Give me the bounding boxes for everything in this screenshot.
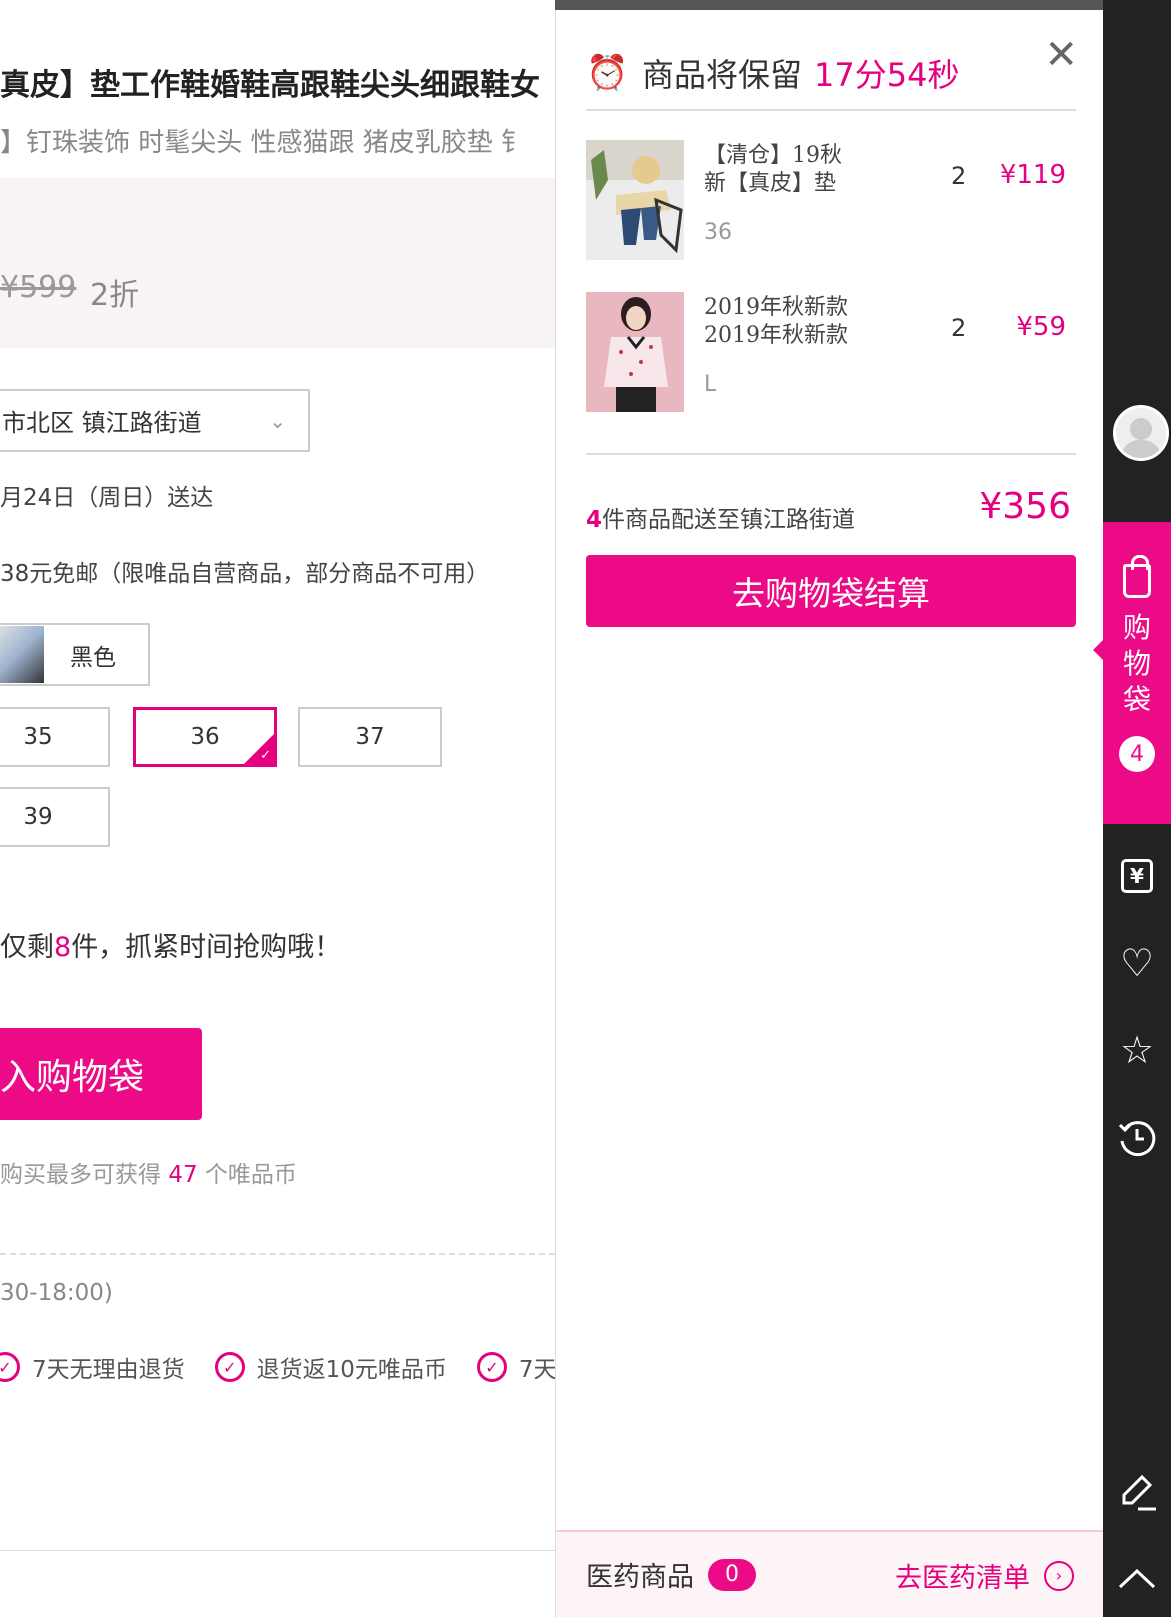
color-thumbnail (0, 626, 44, 683)
coins-count: 47 (168, 1162, 198, 1188)
check-icon: ✓ (260, 748, 271, 763)
checkout-button[interactable]: 去购物袋结算 (586, 555, 1076, 627)
product-title: 真皮】垫工作鞋婚鞋高跟鞋尖头细跟鞋女 (0, 68, 540, 103)
cart-item[interactable]: 【清仓】19秋新【真皮】垫 36 2 ¥119 (586, 140, 1076, 260)
add-to-bag-button[interactable]: 入购物袋 (0, 1028, 202, 1120)
divider (0, 1253, 555, 1255)
stock-suffix: 件，抓紧时间抢购哦！ (71, 932, 342, 963)
size-option-39[interactable]: 39 (0, 787, 110, 847)
cart-item[interactable]: 2019年秋新款2019年秋新款 L 2 ¥59 (586, 292, 1076, 412)
product-thumbnail[interactable] (586, 292, 684, 412)
guarantee-label: 7天无理由退货 (32, 1357, 185, 1383)
item-name[interactable]: 2019年秋新款2019年秋新款 (704, 294, 854, 350)
check-circle-icon: ✓ (476, 1352, 507, 1382)
sidebar-shopping-bag[interactable]: 购物袋 4 (1093, 522, 1171, 824)
pharmacy-link-label: 去医药清单 (895, 1563, 1030, 1594)
address-value: 市北区 镇江路街道 (2, 409, 202, 437)
delivery-date: 月24日（周日）送达 (0, 485, 214, 511)
coins-suffix: 个唯品币 (204, 1162, 297, 1188)
service-hours: 30-18:00) (0, 1280, 113, 1306)
reserve-text: 商品将保留 (642, 55, 803, 94)
item-price: ¥119 (999, 160, 1066, 190)
product-subtitle: 】钉珠装饰 时髦尖头 性感猫跟 猪皮乳胶垫 钅 (0, 128, 528, 158)
cart-header: ⏰ 商品将保留 17分54秒 (586, 36, 1076, 111)
cart-summary: 4件商品配送至镇江路街道 (586, 500, 855, 534)
cart-popup: ⏰ 商品将保留 17分54秒 ✕ 【清仓】19秋新【真皮】垫 36 2 ¥119 (555, 10, 1104, 1617)
pharmacy-count-badge: 0 (708, 1558, 756, 1591)
coupon-icon[interactable]: ¥ (1103, 846, 1171, 906)
size-option-37[interactable]: 37 (298, 707, 442, 767)
shopping-bag-icon (1123, 555, 1151, 598)
stock-count: 8 (54, 932, 72, 963)
item-spec: L (704, 372, 717, 397)
item-price: ¥59 (1016, 312, 1066, 342)
size-option-36[interactable]: 36 ✓ (133, 707, 277, 767)
pharmacy-list-link[interactable]: 去医药清单 › (895, 1556, 1074, 1595)
edit-icon[interactable] (1103, 1460, 1171, 1520)
item-name[interactable]: 【清仓】19秋新【真皮】垫 (704, 142, 854, 198)
guarantee-label: 7天 (518, 1357, 555, 1383)
size-label: 36 (190, 724, 220, 750)
color-label: 黑色 (70, 644, 116, 671)
guarantee-item: ✓ 退货返10元唯品币 (214, 1350, 447, 1384)
guarantee-item: ✓ 7天 (476, 1350, 555, 1384)
item-spec: 36 (704, 220, 732, 245)
cart-total: ¥356 (979, 486, 1071, 527)
price-box (0, 178, 555, 348)
stock-notice: 仅剩8件，抓紧时间抢购哦！ (0, 925, 341, 964)
back-to-top-icon[interactable] (1103, 1548, 1171, 1608)
avatar-icon[interactable] (1113, 405, 1169, 461)
coins-notice: 购买最多可获得 47 个唯品币 (0, 1155, 297, 1189)
guarantee-list: ✓ 7天无理由退货 ✓ 退货返10元唯品币 ✓ 7天 (0, 1350, 555, 1384)
size-option-35[interactable]: 35 (0, 707, 110, 767)
pharmacy-label: 医药商品 (586, 1562, 694, 1593)
color-option[interactable]: 黑色 (0, 623, 150, 686)
guarantee-label: 退货返10元唯品币 (256, 1357, 447, 1383)
discount-label: 2折 (90, 278, 140, 313)
original-price: ¥599 (0, 270, 77, 305)
chevron-right-icon: › (1044, 1560, 1074, 1591)
coins-prefix: 购买最多可获得 (0, 1162, 161, 1188)
free-shipping-note: 38元免邮（限唯品自营商品，部分商品不可用） (0, 561, 490, 587)
star-icon[interactable]: ☆ (1103, 1020, 1171, 1080)
guarantee-item: ✓ 7天无理由退货 (0, 1350, 185, 1384)
summary-text: 件商品配送至镇江路街道 (602, 507, 856, 533)
stock-prefix: 仅剩 (0, 932, 54, 963)
divider (0, 1550, 555, 1551)
heart-icon[interactable]: ♡ (1103, 933, 1171, 993)
item-quantity: 2 (951, 314, 967, 342)
pharmacy-bar: 医药商品 0 去医药清单 › (556, 1530, 1104, 1617)
check-circle-icon: ✓ (0, 1352, 20, 1382)
summary-count: 4 (586, 507, 603, 533)
right-sidebar: 购物袋 4 ¥ ♡ ☆ (1093, 0, 1171, 1617)
chevron-down-icon: ⌄ (269, 409, 286, 433)
history-icon[interactable] (1103, 1108, 1171, 1168)
product-thumbnail[interactable] (586, 140, 684, 260)
divider (586, 453, 1076, 455)
close-icon[interactable]: ✕ (1044, 32, 1078, 78)
address-select[interactable]: 市北区 镇江路街道 ⌄ (0, 389, 310, 452)
alarm-clock-icon: ⏰ (586, 52, 629, 93)
item-quantity: 2 (951, 162, 967, 190)
product-detail-page: 真皮】垫工作鞋婚鞋高跟鞋尖头细跟鞋女 】钉珠装饰 时髦尖头 性感猫跟 猪皮乳胶垫… (0, 0, 555, 1617)
check-circle-icon: ✓ (214, 1352, 245, 1382)
pointer-arrow (1093, 640, 1103, 660)
bag-count-badge: 4 (1119, 736, 1155, 772)
shopping-bag-label: 购物袋 (1122, 611, 1151, 716)
reserve-timer: 17分54秒 (814, 55, 960, 94)
